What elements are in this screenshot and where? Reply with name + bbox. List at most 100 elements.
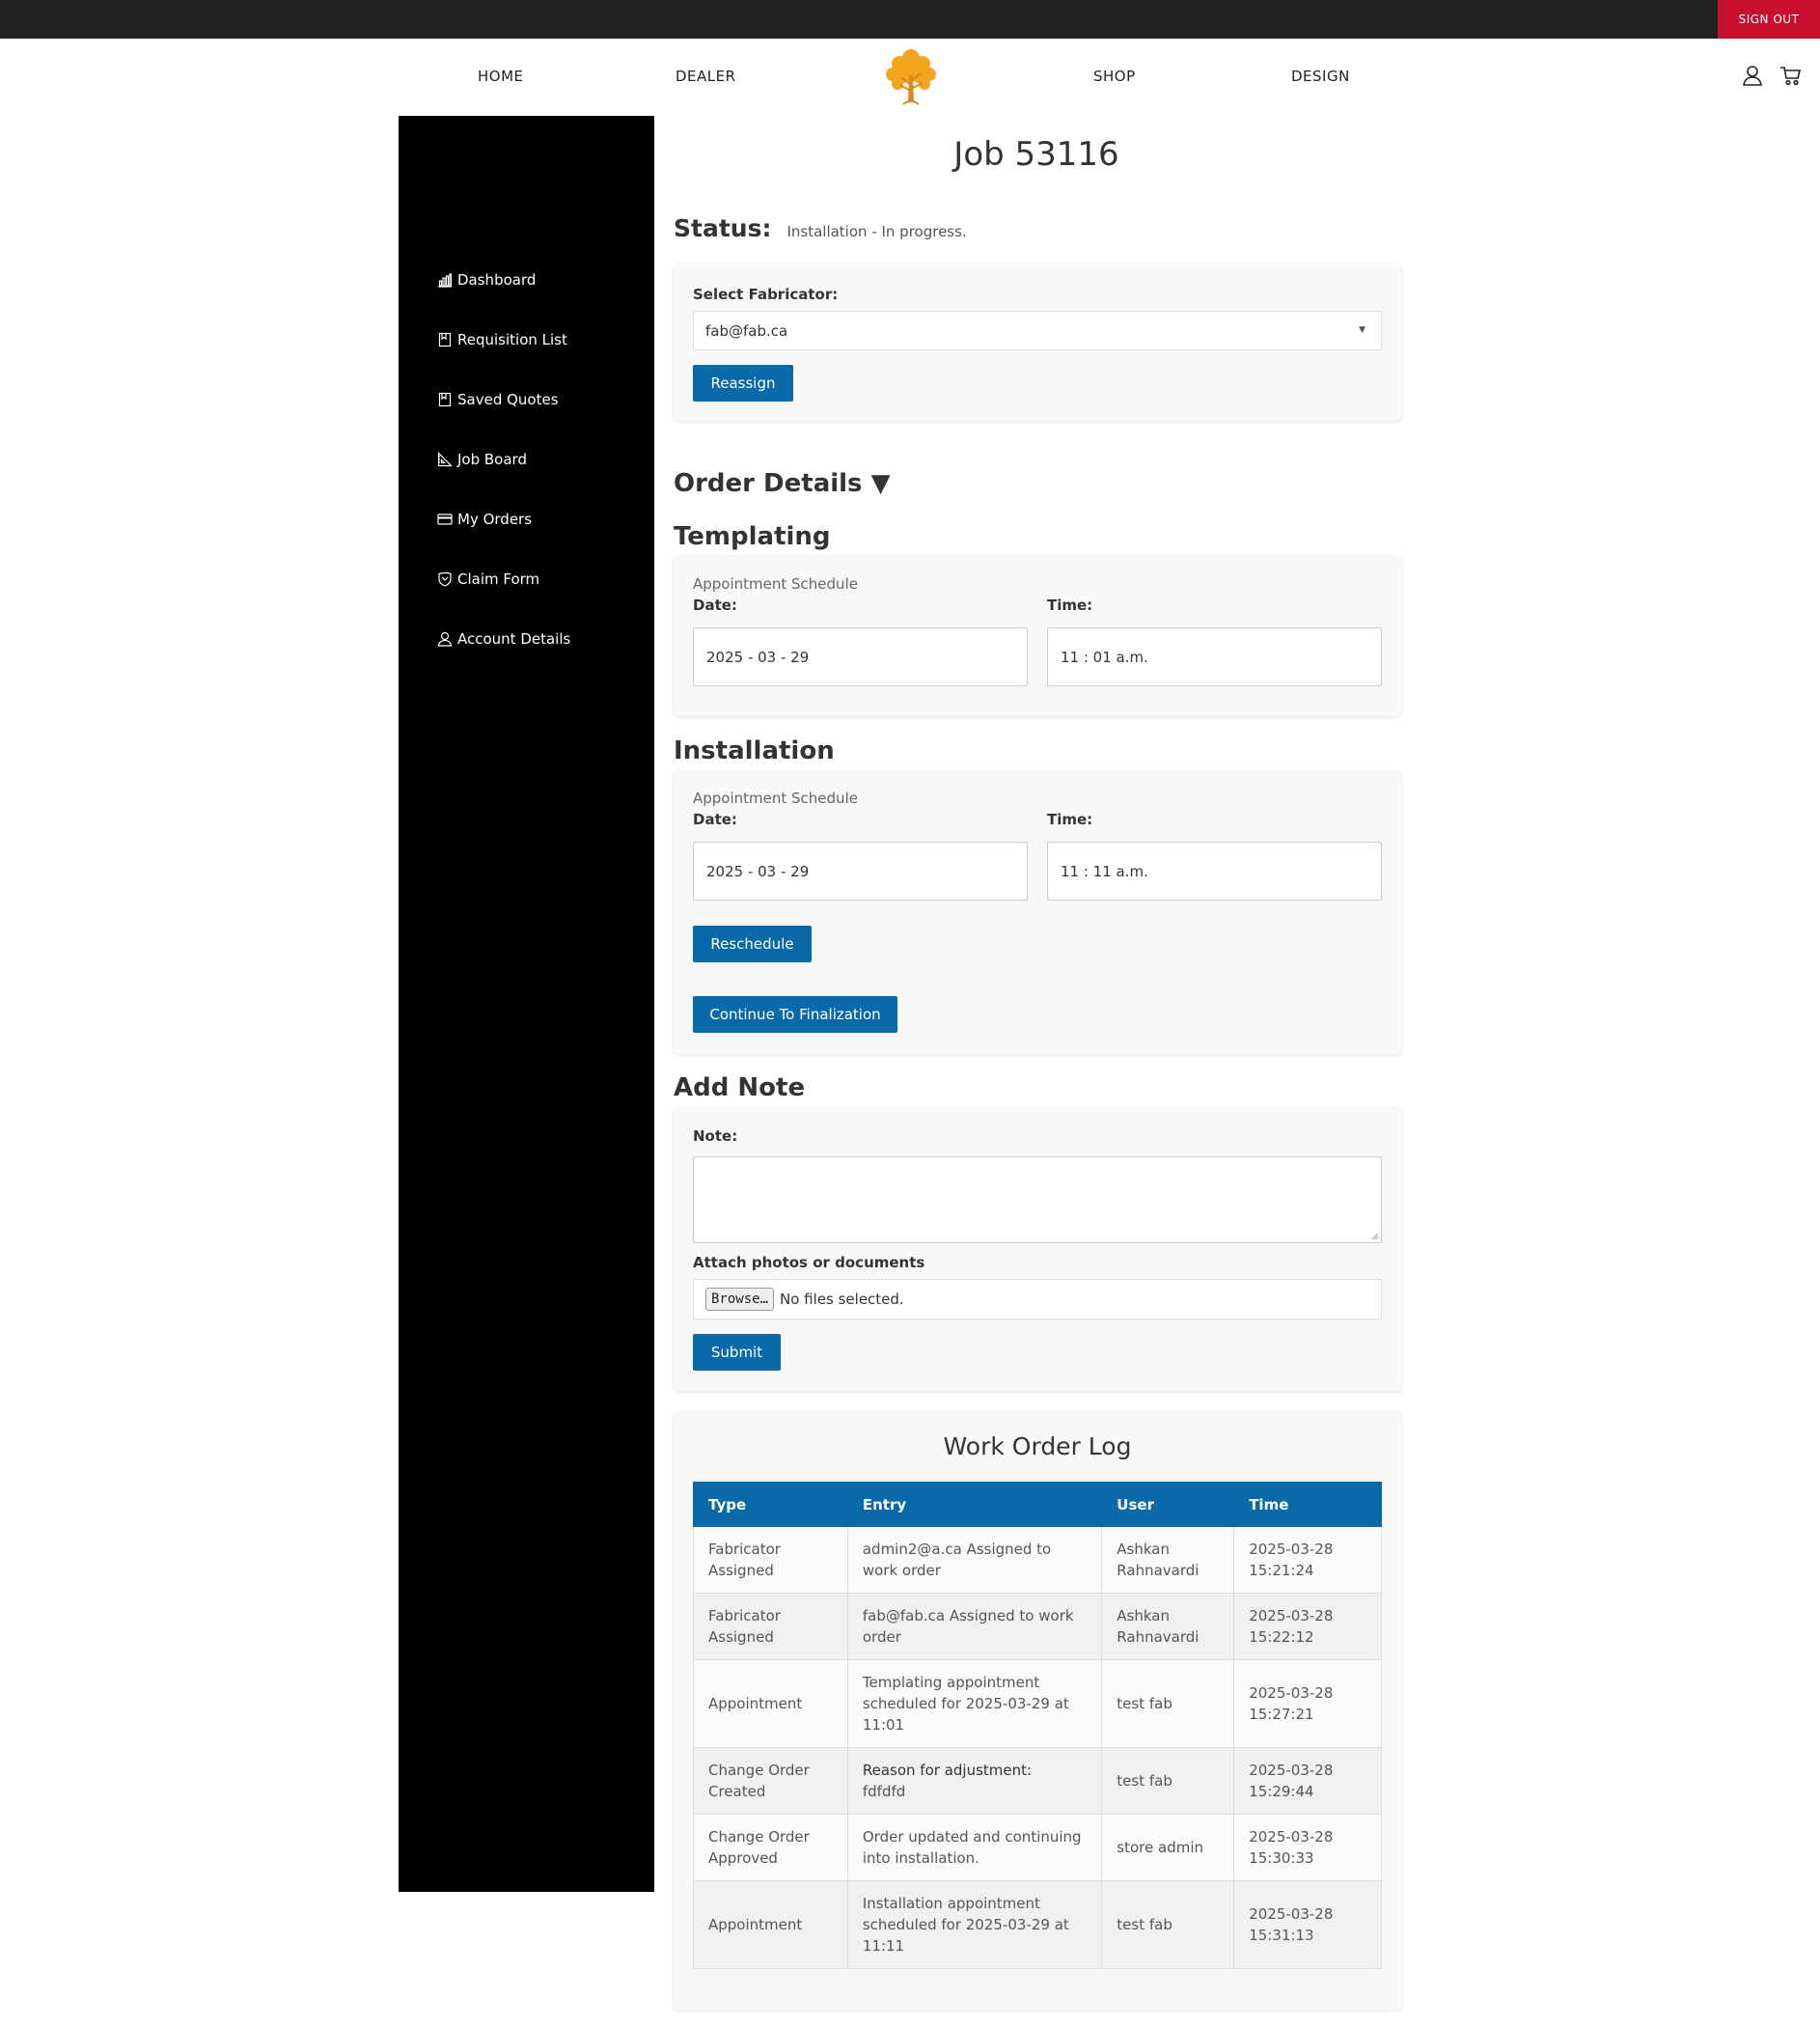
templating-time-input[interactable]: 11 : 01 a.m. (1047, 627, 1382, 686)
note-textarea[interactable] (693, 1156, 1382, 1243)
sidebar-item-dashboard[interactable]: Dashboard (437, 265, 536, 294)
order-details-toggle[interactable]: Order Details ▼ (674, 469, 891, 498)
shield-icon (438, 571, 452, 587)
templating-date-label: Date: (693, 597, 737, 614)
sign-out-button[interactable]: SIGN OUT (1718, 0, 1820, 39)
fabricator-label: Select Fabricator: (693, 286, 839, 303)
ruler-triangle-icon (437, 452, 453, 467)
sidebar-item-label: My Orders (457, 511, 533, 528)
work-order-log-table: Type Entry User Time Fabricator Assigned… (693, 1482, 1382, 1969)
sidebar-item-label: Saved Quotes (457, 391, 559, 408)
document-icon (438, 332, 452, 347)
fabricator-select[interactable]: fab@fab.ca ▼ (693, 311, 1382, 350)
column-header-time: Time (1233, 1482, 1382, 1527)
cell-type: Appointment (693, 1659, 848, 1748)
cell-time: 2025-03-28 15:30:33 (1233, 1814, 1382, 1881)
table-row: Fabricator Assigned fab@fab.ca Assigned … (693, 1593, 1382, 1660)
sidebar-item-label: Dashboard (457, 271, 537, 289)
cell-user: test fab (1101, 1659, 1235, 1748)
sidebar-item-claim-form[interactable]: Claim Form (437, 565, 539, 594)
cell-user: store admin (1101, 1814, 1235, 1881)
cell-user: Ashkan Rahnavardi (1101, 1593, 1235, 1660)
reassign-button[interactable]: Reassign (693, 365, 793, 402)
installation-date-input[interactable]: 2025 - 03 - 29 (693, 842, 1028, 901)
resize-grip-icon[interactable] (1369, 1231, 1379, 1240)
sidebar-item-account-details[interactable]: Account Details (437, 625, 570, 653)
templating-title: Templating (674, 522, 831, 551)
status-value: Installation - In progress. (786, 223, 967, 240)
status-label: Status: (674, 214, 772, 242)
templating-card: Appointment Schedule Date: Time: 2025 - … (674, 556, 1401, 716)
cell-entry: fab@fab.ca Assigned to work order (846, 1593, 1103, 1660)
cell-time: 2025-03-28 15:31:13 (1233, 1880, 1382, 1969)
cell-type: Fabricator Assigned (693, 1526, 848, 1594)
no-files-text: No files selected. (780, 1291, 904, 1308)
nav-dealer[interactable]: DEALER (676, 68, 736, 85)
sidebar-item-requisition-list[interactable]: Requisition List (437, 325, 567, 354)
table-row: Appointment Templating appointment sched… (693, 1659, 1382, 1748)
document-icon (438, 392, 452, 407)
installation-date-label: Date: (693, 811, 737, 828)
cell-type: Change Order Approved (693, 1814, 848, 1881)
attach-label: Attach photos or documents (693, 1254, 925, 1271)
table-row: Fabricator Assigned admin2@a.ca Assigned… (693, 1526, 1382, 1594)
fabricator-selected-value: fab@fab.ca (705, 321, 788, 340)
table-header-row: Type Entry User Time (693, 1482, 1382, 1527)
cell-entry: admin2@a.ca Assigned to work order (846, 1526, 1103, 1594)
nav-shop[interactable]: SHOP (1093, 68, 1136, 85)
bar-chart-icon (438, 273, 453, 288)
work-order-log-title: Work Order Log (943, 1432, 1132, 1460)
page-title: Job 53116 (953, 135, 1119, 174)
tree-logo[interactable] (882, 46, 940, 108)
cell-type: Appointment (693, 1880, 848, 1969)
entry-reason-label: Reason for adjustment: (862, 1762, 1033, 1779)
cell-entry: Templating appointment scheduled for 202… (846, 1659, 1103, 1748)
cell-time: 2025-03-28 15:21:24 (1233, 1526, 1382, 1594)
cell-user: Ashkan Rahnavardi (1101, 1526, 1235, 1594)
user-icon[interactable] (1741, 64, 1764, 87)
file-input[interactable]: Browse… No files selected. (693, 1279, 1382, 1319)
chevron-down-icon: ▼ (1359, 325, 1365, 335)
cell-time: 2025-03-28 15:27:21 (1233, 1659, 1382, 1748)
work-order-log-card: Work Order Log Type Entry User Time Fabr… (674, 1411, 1401, 2010)
cell-type: Change Order Created (693, 1747, 848, 1815)
templating-time-label: Time: (1047, 597, 1093, 614)
sidebar-item-label: Account Details (457, 630, 571, 648)
user-icon (437, 631, 453, 647)
table-row: Appointment Installation appointment sch… (693, 1880, 1382, 1969)
cart-icon[interactable] (1779, 64, 1803, 87)
browse-button[interactable]: Browse… (705, 1288, 775, 1311)
cell-time: 2025-03-28 15:22:12 (1233, 1593, 1382, 1660)
entry-reason-text: fdfdfd (862, 1783, 906, 1800)
installation-title: Installation (674, 736, 835, 765)
sidebar-item-job-board[interactable]: Job Board (437, 445, 527, 474)
sidebar: Dashboard Requisition List Saved Quotes … (399, 116, 654, 1892)
cell-entry: Installation appointment scheduled for 2… (846, 1880, 1103, 1969)
templating-date-input[interactable]: 2025 - 03 - 29 (693, 627, 1028, 686)
status-line: Status: Installation - In progress. (674, 214, 967, 242)
continue-to-finalization-button[interactable]: Continue To Finalization (693, 996, 897, 1033)
submit-note-button[interactable]: Submit (693, 1334, 781, 1371)
sidebar-item-saved-quotes[interactable]: Saved Quotes (437, 385, 559, 414)
installation-schedule-label: Appointment Schedule (693, 790, 858, 807)
note-label: Note: (693, 1127, 738, 1145)
table-row: Change Order Approved Order updated and … (693, 1814, 1382, 1881)
cell-time: 2025-03-28 15:29:44 (1233, 1747, 1382, 1815)
cell-user: test fab (1101, 1880, 1235, 1969)
installation-time-label: Time: (1047, 811, 1093, 828)
fabricator-card: Select Fabricator: fab@fab.ca ▼ Reassign (674, 264, 1401, 421)
table-row: Change Order Created Reason for adjustme… (693, 1747, 1382, 1815)
sidebar-item-label: Requisition List (457, 331, 567, 348)
top-bar: SIGN OUT (0, 0, 1820, 39)
column-header-user: User (1101, 1482, 1235, 1527)
templating-schedule-label: Appointment Schedule (693, 575, 858, 593)
add-note-card: Note: Attach photos or documents Browse…… (674, 1107, 1401, 1391)
nav-design[interactable]: DESIGN (1291, 68, 1350, 85)
cell-entry: Reason for adjustment: fdfdfd (846, 1747, 1103, 1815)
nav-home[interactable]: HOME (478, 68, 524, 85)
installation-time-input[interactable]: 11 : 11 a.m. (1047, 842, 1382, 901)
reschedule-button[interactable]: Reschedule (693, 926, 812, 962)
column-header-entry: Entry (846, 1482, 1103, 1527)
sidebar-item-my-orders[interactable]: My Orders (437, 505, 532, 534)
cell-type: Fabricator Assigned (693, 1593, 848, 1660)
